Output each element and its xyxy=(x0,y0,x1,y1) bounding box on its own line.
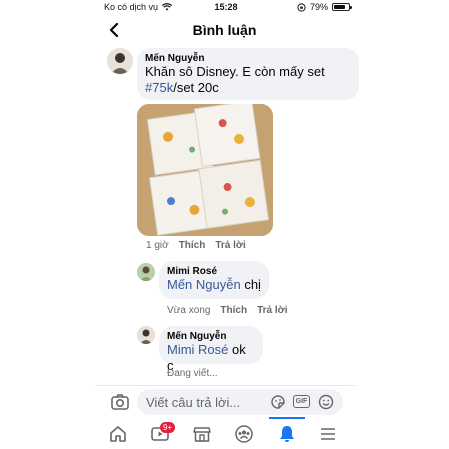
reply-text-rest: chị xyxy=(240,277,261,292)
tab-home[interactable] xyxy=(107,423,129,445)
bottom-tab-bar xyxy=(95,417,355,449)
battery-icon xyxy=(332,3,353,11)
comment-photo[interactable] xyxy=(137,104,273,236)
reply-author[interactable]: Mến Nguyễn xyxy=(167,331,255,342)
groups-icon xyxy=(235,425,253,443)
avatar-photo xyxy=(137,326,155,344)
comment-bubble[interactable]: Mến Nguyễn Khăn sô Disney. E còn mấy set… xyxy=(137,48,359,100)
reply-button[interactable]: Trả lời xyxy=(215,240,245,251)
status-right: 79% xyxy=(297,2,353,12)
orientation-lock-icon xyxy=(297,2,306,12)
sticker-icon xyxy=(271,395,285,409)
battery-percent: 79% xyxy=(310,2,329,12)
page-title: Bình luận xyxy=(192,22,257,38)
wifi-icon xyxy=(162,3,173,11)
avatar[interactable] xyxy=(137,326,155,344)
reply-bubble[interactable]: Mimi Rosé Mến Nguyễn chị xyxy=(159,261,269,299)
avatar-photo xyxy=(137,263,155,281)
tab-notifications[interactable] xyxy=(276,423,298,445)
bell-icon xyxy=(280,426,294,442)
reply-time: Vừa xong xyxy=(167,305,211,316)
comment-time: 1 giờ xyxy=(146,240,169,251)
tab-menu[interactable] xyxy=(317,423,339,445)
emoji-icon xyxy=(318,394,334,410)
tab-marketplace[interactable] xyxy=(191,423,213,445)
tab-groups[interactable] xyxy=(233,423,255,445)
camera-icon xyxy=(111,394,129,410)
like-button[interactable]: Thích xyxy=(179,240,206,251)
reply-text: Mến Nguyễn chị xyxy=(167,277,261,293)
avatar[interactable] xyxy=(107,48,133,74)
reply-actions: Vừa xong Thích Trả lời xyxy=(167,305,288,316)
comment-line-2-rest: /set 20c xyxy=(173,80,219,95)
comment-actions: 1 giờ Thích Trả lời xyxy=(146,240,246,251)
reply-bubble[interactable]: Mến Nguyễn Mimi Rosé ok c xyxy=(159,326,263,373)
like-button[interactable]: Thích xyxy=(220,305,247,316)
carrier-label: Ko có dịch vụ xyxy=(104,2,159,12)
emoji-button[interactable] xyxy=(317,393,335,411)
comment-author[interactable]: Mến Nguyễn xyxy=(145,53,351,64)
comment-line-1: Khăn sô Disney. E còn mấy set xyxy=(145,64,325,79)
marketplace-icon xyxy=(193,427,211,442)
sticker-button[interactable] xyxy=(269,393,287,411)
header: Bình luận xyxy=(0,14,449,46)
divider xyxy=(95,385,355,386)
home-icon xyxy=(110,426,126,442)
camera-button[interactable] xyxy=(110,392,130,412)
avatar[interactable] xyxy=(137,263,155,281)
reply-author[interactable]: Mimi Rosé xyxy=(167,266,261,277)
notification-badge: 9+ xyxy=(160,422,176,433)
carrier-group: Ko có dịch vụ xyxy=(104,2,173,12)
towel-sets-image xyxy=(137,104,273,236)
gif-button[interactable]: GIF xyxy=(293,395,310,408)
reply-button[interactable]: Trả lời xyxy=(257,305,287,316)
mention-link[interactable]: Mến Nguyễn xyxy=(167,277,241,292)
comment-line-2: #75k/set 20c xyxy=(145,80,351,96)
hashtag-link[interactable]: #75k xyxy=(145,80,173,95)
reply-input-placeholder: Viết câu trả lời... xyxy=(146,395,241,410)
status-bar: Ko có dịch vụ 15:28 79% xyxy=(0,0,449,14)
clock: 15:28 xyxy=(214,2,238,12)
typing-text: Đang viết... xyxy=(167,368,218,379)
menu-icon xyxy=(321,428,335,440)
comment-text: Khăn sô Disney. E còn mấy set #75k/set 2… xyxy=(145,64,351,96)
avatar-photo xyxy=(107,48,133,74)
mention-link[interactable]: Mimi Rosé xyxy=(167,342,228,357)
battery-fill xyxy=(334,5,346,9)
typing-indicator: Đang viết... xyxy=(167,368,218,379)
reply-input[interactable]: Viết câu trả lời... GIF xyxy=(137,389,343,415)
